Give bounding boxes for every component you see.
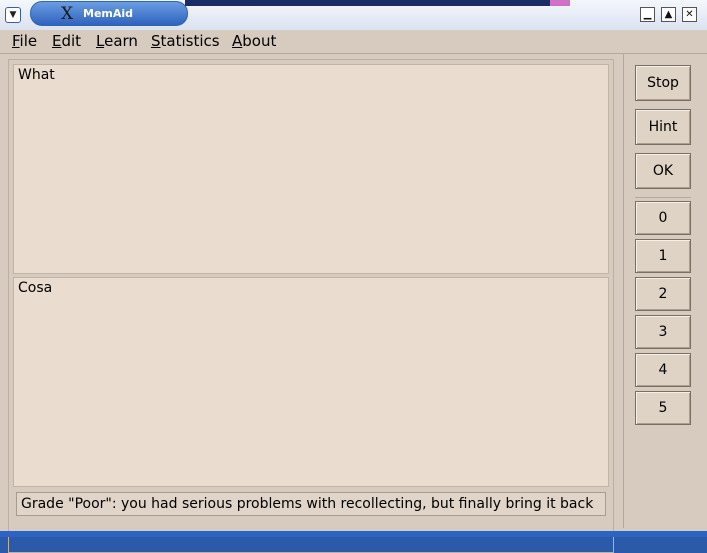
app-window: File Edit Learn Statistics About What Co… [0,30,707,553]
grade-5-button[interactable]: 5 [635,391,691,425]
minimize-icon[interactable]: ▁ [640,7,655,22]
menu-about[interactable]: About [232,32,276,50]
window-title-tab: X MemAid [30,1,188,26]
menu-separator [0,53,707,54]
ok-button[interactable]: OK [635,153,691,189]
question-text: What [18,67,55,83]
desktop-background [185,0,565,6]
menu-statistics[interactable]: Statistics [151,32,220,50]
button-divider [635,197,691,198]
window-bottom-border [0,531,707,537]
status-bar: Grade "Poor": you had serious problems w… [16,492,606,516]
answer-text: Cosa [18,280,53,296]
grade-1-button[interactable]: 1 [635,239,691,273]
close-icon[interactable]: ✕ [682,7,697,22]
grade-2-button[interactable]: 2 [635,277,691,311]
window-title: MemAid [83,7,134,20]
menu-learn[interactable]: Learn [96,32,138,50]
menu-file[interactable]: File [12,32,37,50]
chevron-down-icon[interactable]: ▼ [5,7,21,23]
hint-button[interactable]: Hint [635,109,691,145]
stop-button[interactable]: Stop [635,65,691,101]
grade-0-button[interactable]: 0 [635,201,691,235]
answer-area[interactable]: Cosa [13,277,609,487]
desktop-background-accent [550,0,570,6]
maximize-icon[interactable]: ▲ [661,7,676,22]
grade-3-button[interactable]: 3 [635,315,691,349]
menu-bar: File Edit Learn Statistics About [0,30,707,52]
menu-edit[interactable]: Edit [52,32,81,50]
question-area[interactable]: What [13,64,609,274]
title-bar: ▼ X MemAid ▁ ▲ ✕ [0,0,707,31]
x-logo-icon: X [61,4,74,24]
grade-4-button[interactable]: 4 [635,353,691,387]
